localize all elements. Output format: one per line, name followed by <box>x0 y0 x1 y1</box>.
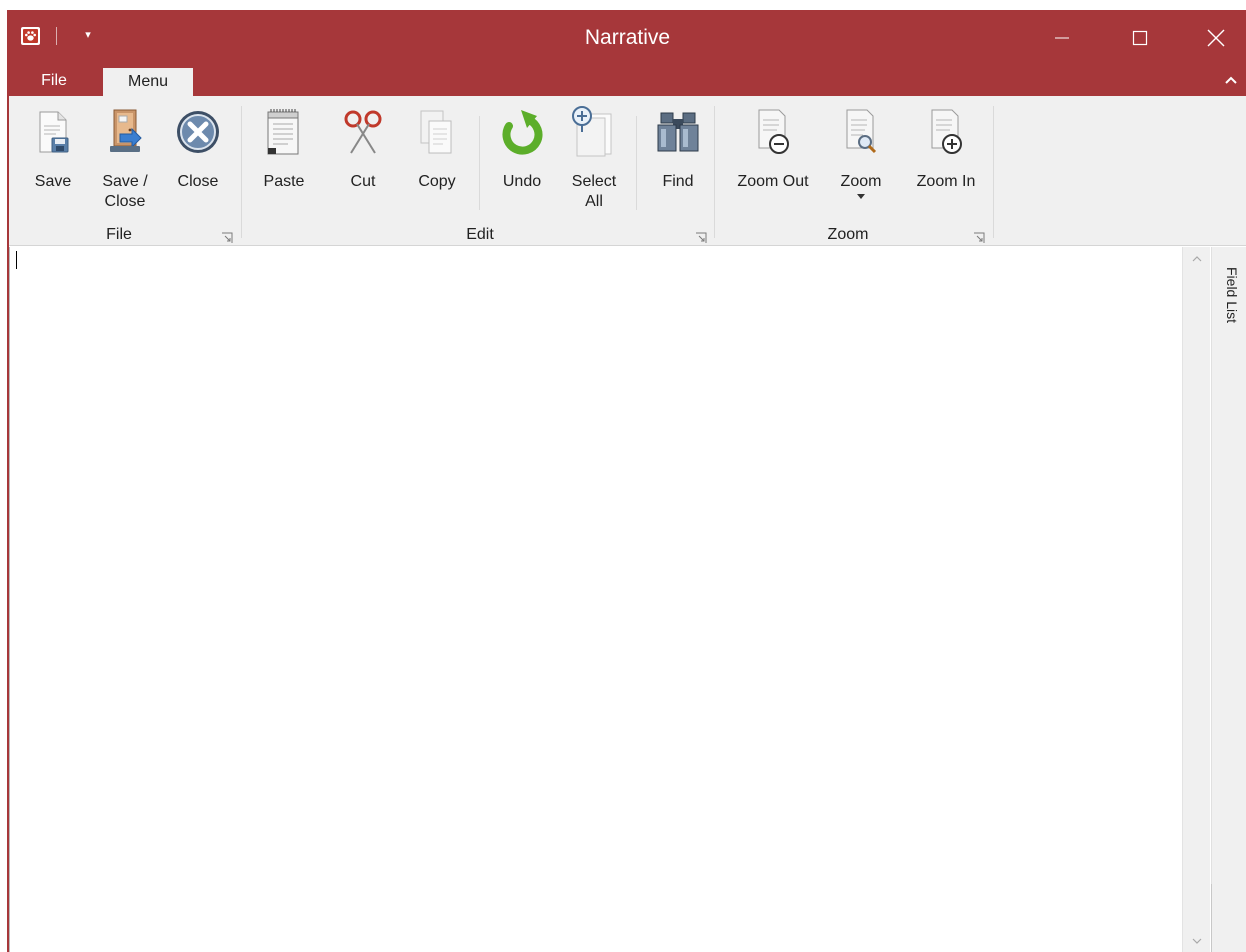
text-caret <box>16 251 17 269</box>
chevron-down-icon <box>1192 938 1202 944</box>
scroll-up-button[interactable] <box>1190 253 1204 265</box>
ribbon: Save Save / Close Close File Paste Cut C… <box>9 96 1246 246</box>
scroll-down-button[interactable] <box>1190 935 1204 947</box>
field-list-panel: Field List <box>1211 247 1246 952</box>
edit-inner-separator <box>479 116 480 210</box>
zoom-group-launcher-button[interactable] <box>973 232 985 244</box>
save-close-label: Save / Close <box>102 173 148 210</box>
group-label-zoom: Zoom <box>827 226 869 243</box>
dialog-launcher-icon <box>222 232 233 243</box>
panel-resize-handle[interactable] <box>1211 884 1212 952</box>
zoom-label: Zoom <box>840 173 882 190</box>
zoom-in-label: Zoom In <box>916 173 976 190</box>
maximize-icon <box>1132 30 1148 46</box>
undo-icon <box>502 110 543 155</box>
ribbon-group-zoom: Zoom Out Zoom Zoom In Zoom <box>715 104 993 243</box>
copy-button[interactable]: Copy <box>413 104 461 214</box>
title-bar[interactable]: ▾ Narrative <box>9 10 1246 66</box>
zoom-out-label: Zoom Out <box>737 173 809 190</box>
tab-file[interactable]: File <box>25 66 83 96</box>
select-all-icon <box>572 106 612 157</box>
cut-button[interactable]: Cut <box>340 104 386 214</box>
zoom-in-icon <box>931 109 962 154</box>
vertical-scrollbar[interactable] <box>1182 247 1210 952</box>
save-close-button[interactable]: Save / Close <box>97 104 153 214</box>
select-all-label: Select All <box>571 173 617 210</box>
zoom-icon <box>846 109 877 154</box>
collapse-ribbon-button[interactable] <box>1221 71 1241 91</box>
dropdown-arrow-icon <box>857 194 865 199</box>
group-label-edit: Edit <box>466 226 494 243</box>
scissors-icon <box>344 110 382 154</box>
cut-label: Cut <box>350 173 376 190</box>
close-icon <box>1207 29 1225 47</box>
file-group-launcher-button[interactable] <box>221 232 233 244</box>
copy-icon <box>420 110 452 154</box>
group-separator <box>993 106 994 238</box>
zoom-in-button[interactable]: Zoom In <box>909 104 983 214</box>
app-paw-icon[interactable] <box>21 27 40 45</box>
select-all-button[interactable]: Select All <box>566 104 622 214</box>
undo-label: Undo <box>502 173 542 190</box>
copy-label: Copy <box>418 173 456 190</box>
binoculars-icon <box>657 112 699 152</box>
quick-access-dropdown-icon[interactable]: ▾ <box>81 28 95 42</box>
find-label: Find <box>662 173 694 190</box>
paste-icon <box>267 109 299 155</box>
field-list-tab[interactable]: Field List <box>1222 267 1242 347</box>
group-label-file: File <box>106 226 132 243</box>
tab-menu[interactable]: Menu <box>103 68 193 96</box>
quick-access-separator <box>56 27 57 45</box>
ribbon-group-edit: Paste Cut Copy Undo Select All Find Edit <box>242 104 714 243</box>
edit-inner-separator-2 <box>636 116 637 210</box>
find-button[interactable]: Find <box>651 104 705 214</box>
minimize-icon <box>1055 37 1069 39</box>
save-close-icon <box>110 109 142 152</box>
close-window-button[interactable] <box>1193 10 1239 66</box>
paste-button[interactable]: Paste <box>258 104 310 214</box>
narrative-text-area[interactable] <box>9 247 1182 952</box>
chevron-up-icon <box>1225 76 1237 84</box>
save-button[interactable]: Save <box>29 104 77 214</box>
maximize-button[interactable] <box>1117 10 1163 66</box>
ribbon-tab-row: File Menu <box>9 66 1246 96</box>
paste-label: Paste <box>263 173 305 190</box>
save-label: Save <box>34 173 72 190</box>
zoom-button[interactable]: Zoom <box>833 104 889 214</box>
chevron-up-icon <box>1192 256 1202 262</box>
close-label: Close <box>177 173 219 190</box>
dialog-launcher-icon <box>974 232 985 243</box>
save-icon <box>39 111 69 153</box>
ribbon-group-file: Save Save / Close Close File <box>9 104 241 243</box>
dialog-launcher-icon <box>696 232 707 243</box>
zoom-out-icon <box>758 109 789 154</box>
edit-group-launcher-button[interactable] <box>695 232 707 244</box>
narrative-window: ▾ Narrative File Menu Save Save / Close … <box>0 0 1246 952</box>
undo-button[interactable]: Undo <box>495 104 549 214</box>
close-button[interactable]: Close <box>172 104 224 214</box>
zoom-out-button[interactable]: Zoom Out <box>727 104 819 214</box>
minimize-button[interactable] <box>1039 10 1085 66</box>
close-circle-icon <box>177 111 219 153</box>
